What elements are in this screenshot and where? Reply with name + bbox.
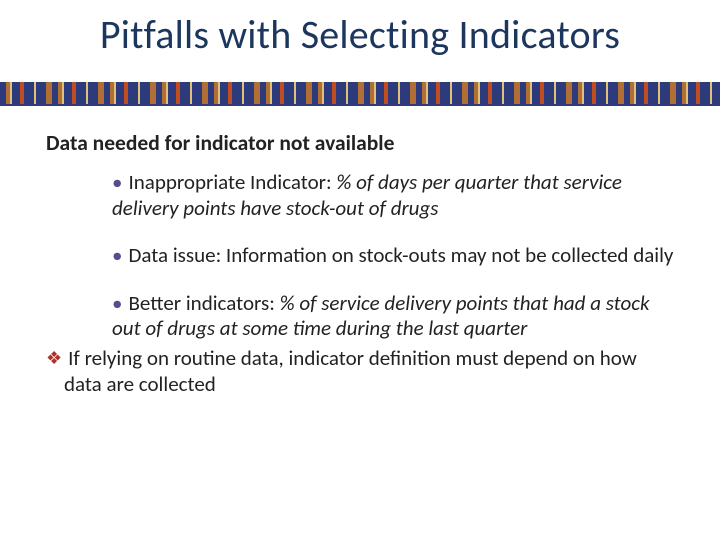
bullet-data-issue: •Data issue: Information on stock-outs m… <box>46 243 674 269</box>
bullet-label: Inappropriate Indicator: <box>128 169 336 195</box>
bullet-icon: • <box>112 242 122 268</box>
bullet-inappropriate: •Inappropriate Indicator: % of days per … <box>46 170 674 221</box>
decorative-band <box>0 82 720 106</box>
subheading: Data needed for indicator not available <box>46 130 674 156</box>
bullet-text: Data issue: Information on stock-outs ma… <box>128 242 673 268</box>
bullet-icon: • <box>112 169 122 195</box>
slide: Pitfalls with Selecting Indicators Data … <box>0 0 720 540</box>
band-stripes <box>0 82 720 106</box>
summary-point: ❖If relying on routine data, indicator d… <box>46 346 674 397</box>
bullet-icon: • <box>112 290 122 316</box>
bullet-label: Better indicators: <box>128 290 279 316</box>
summary-text: If relying on routine data, indicator de… <box>64 345 637 397</box>
slide-title: Pitfalls with Selecting Indicators <box>0 10 720 59</box>
bullet-better: •Better indicators: % of service deliver… <box>46 291 674 342</box>
slide-body: Data needed for indicator not available … <box>46 130 674 397</box>
diamond-icon: ❖ <box>46 347 62 369</box>
